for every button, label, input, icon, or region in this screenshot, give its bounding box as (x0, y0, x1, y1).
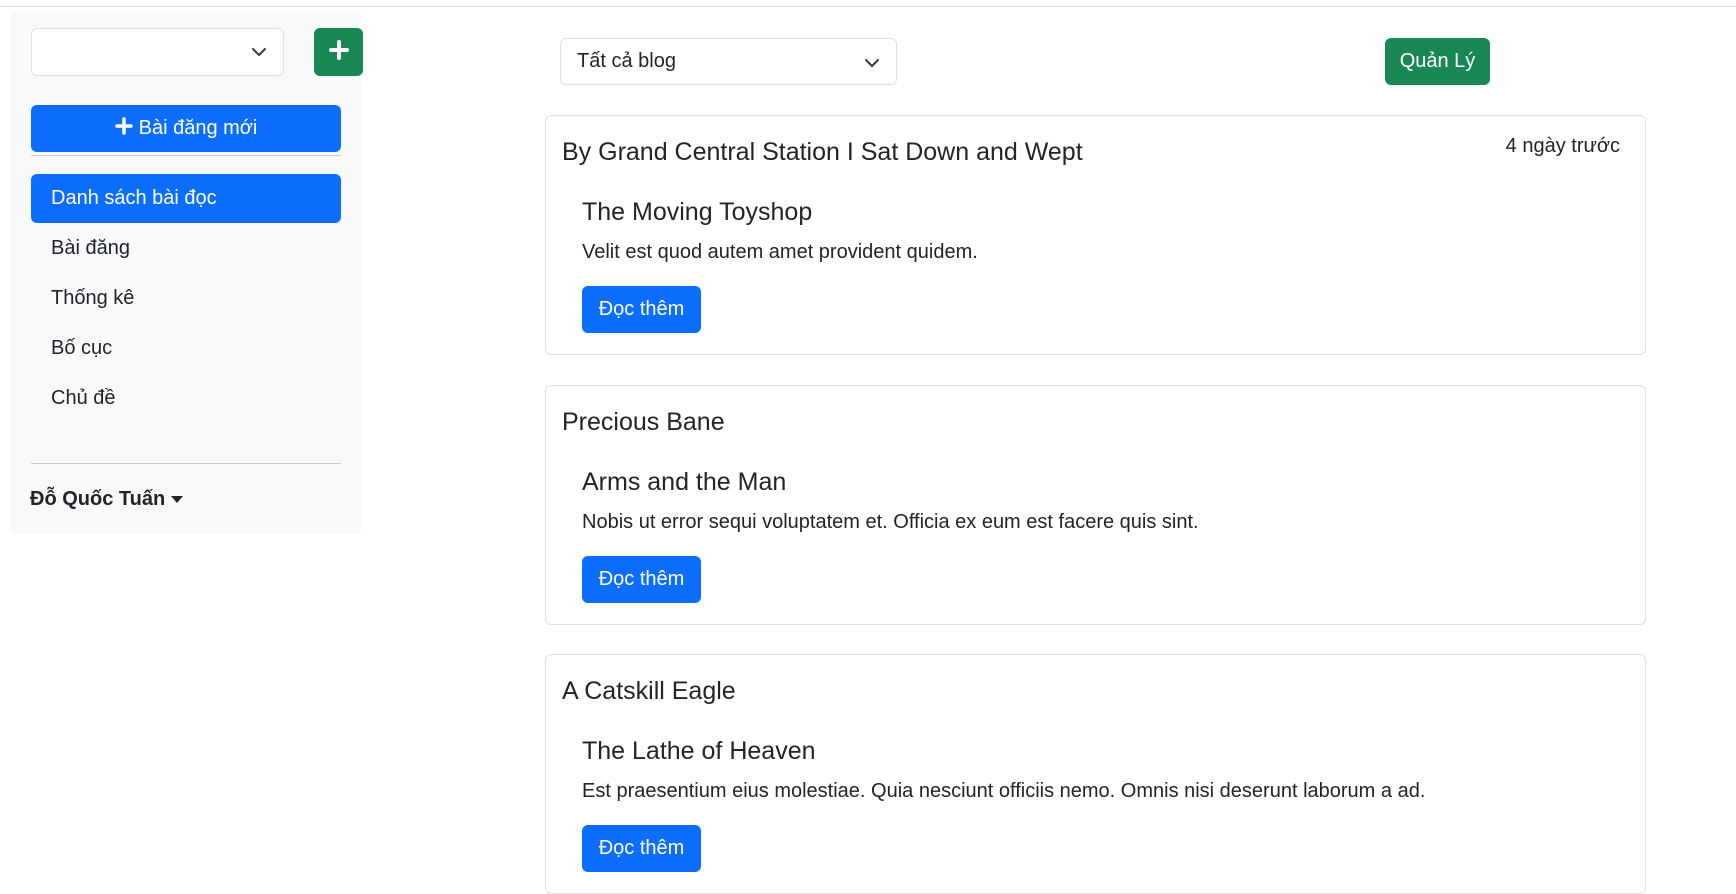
blog-filter-select[interactable]: Tất cả blog (560, 38, 897, 85)
sidebar-item-stats[interactable]: Thống kê (31, 274, 341, 323)
blog-name[interactable]: By Grand Central Station I Sat Down and … (562, 138, 1083, 167)
post-excerpt: Est praesentium eius molestiae. Quia nes… (582, 780, 1426, 802)
chevron-down-icon (864, 54, 880, 77)
sidebar-item-reading-list[interactable]: Danh sách bài đọc (31, 174, 341, 223)
user-menu[interactable]: Đỗ Quốc Tuấn (30, 488, 184, 511)
post-excerpt: Velit est quod autem amet provident quid… (582, 241, 978, 263)
post-time: 4 ngày trước (1505, 135, 1620, 157)
manage-label: Quản Lý (1399, 50, 1476, 72)
plus-icon (328, 39, 350, 66)
blog-name[interactable]: Precious Bane (562, 408, 725, 437)
top-border (0, 6, 1736, 7)
sidebar-item-theme[interactable]: Chủ đề (31, 374, 341, 423)
read-more-button[interactable]: Đọc thêm (582, 556, 701, 603)
add-blog-button[interactable] (314, 28, 363, 76)
read-more-label: Đọc thêm (598, 837, 685, 859)
post-title[interactable]: The Lathe of Heaven (582, 737, 816, 766)
new-post-button[interactable]: Bài đăng mới (31, 105, 341, 152)
sidebar-divider (31, 155, 341, 156)
chevron-down-icon (251, 44, 267, 65)
post-card: By Grand Central Station I Sat Down and … (545, 115, 1646, 355)
blog-filter-value: Tất cả blog (577, 50, 676, 72)
read-more-label: Đọc thêm (598, 298, 685, 320)
sidebar-item-layout[interactable]: Bố cục (31, 324, 341, 373)
read-more-label: Đọc thêm (598, 568, 685, 590)
post-card: A Catskill Eagle The Lathe of Heaven Est… (545, 654, 1646, 894)
read-more-button[interactable]: Đọc thêm (582, 825, 701, 872)
post-card: Precious Bane Arms and the Man Nobis ut … (545, 385, 1646, 625)
blog-name[interactable]: A Catskill Eagle (562, 677, 736, 706)
blog-select[interactable] (31, 28, 284, 76)
new-post-label: Bài đăng mới (138, 117, 258, 139)
sidebar: Bài đăng mới Danh sách bài đọc Bài đăng … (11, 11, 363, 534)
sidebar-divider (31, 463, 341, 464)
sidebar-item-label: Bài đăng (51, 237, 130, 259)
manage-button[interactable]: Quản Lý (1385, 38, 1490, 85)
read-more-button[interactable]: Đọc thêm (582, 286, 701, 333)
sidebar-item-label: Bố cục (51, 337, 113, 359)
caret-down-icon (171, 496, 184, 503)
sidebar-item-label: Chủ đề (51, 387, 116, 409)
sidebar-item-label: Danh sách bài đọc (51, 187, 217, 209)
post-title[interactable]: The Moving Toyshop (582, 198, 812, 227)
post-excerpt: Nobis ut error sequi voluptatem et. Offi… (582, 511, 1199, 533)
post-title[interactable]: Arms and the Man (582, 468, 786, 497)
sidebar-item-label: Thống kê (51, 287, 135, 309)
user-name: Đỗ Quốc Tuấn (30, 488, 166, 510)
plus-icon (114, 116, 133, 141)
sidebar-item-posts[interactable]: Bài đăng (31, 224, 341, 273)
